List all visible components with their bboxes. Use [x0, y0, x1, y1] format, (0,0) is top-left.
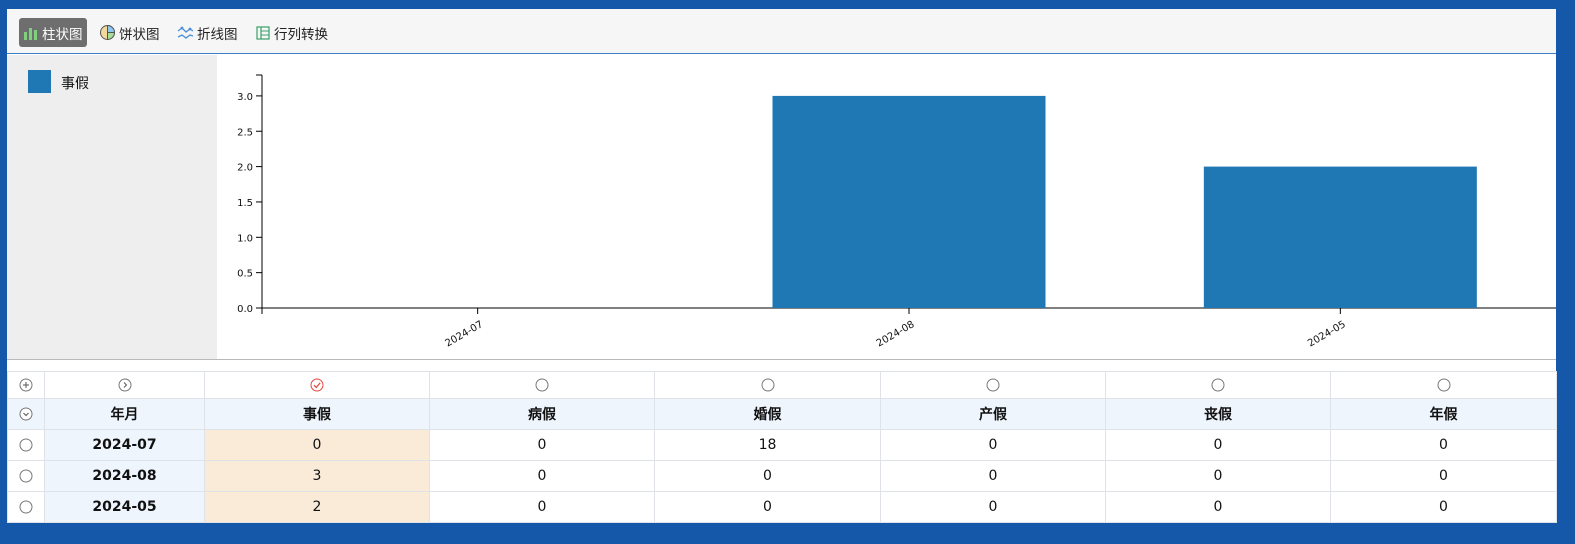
radio-circle-icon — [19, 469, 33, 483]
table-cell: 0 — [654, 491, 881, 523]
bar-chart: 0.0 0.5 1.0 1.5 2.0 2.5 3.0 2024-07 2024-08 2024-… — [237, 74, 1556, 349]
table-cell: 2024-08 — [44, 460, 205, 492]
transpose-label: 行列转换 — [274, 26, 328, 43]
y-tick-label: 0.0 — [237, 304, 253, 315]
radio-circle-icon — [19, 500, 33, 514]
expand-cell[interactable] — [44, 371, 205, 399]
chart-divider — [7, 359, 1556, 360]
table-cell: 0 — [1330, 460, 1557, 492]
radio-circle-icon — [1437, 378, 1450, 392]
report-window: 柱状图 饼状图 折线图 行列转换 事假 0.0 0.5 1.0 1.5 2.0 … — [7, 9, 1557, 523]
column-select-2[interactable] — [429, 371, 655, 399]
column-header[interactable]: 年月 — [44, 398, 205, 430]
row-select[interactable] — [7, 460, 45, 492]
bar-chart-label: 柱状图 — [42, 26, 83, 43]
y-tick-label: 0.5 — [237, 269, 253, 280]
y-tick-label: 2.5 — [237, 127, 253, 138]
table-cell: 0 — [1330, 491, 1557, 523]
table-cell: 0 — [1105, 429, 1331, 461]
column-select-1[interactable] — [204, 371, 430, 399]
line-chart-icon — [177, 26, 194, 39]
column-header[interactable]: 产假 — [880, 398, 1106, 430]
x-tick-label: 2024-07 — [443, 319, 485, 349]
y-tick-label: 3.0 — [237, 92, 253, 103]
legend-label: 事假 — [61, 76, 89, 92]
x-tick-label: 2024-05 — [1306, 319, 1348, 349]
column-header[interactable]: 病假 — [429, 398, 655, 430]
column-select-3[interactable] — [654, 371, 881, 399]
table-cell: 0 — [1105, 491, 1331, 523]
transpose-table-icon — [256, 25, 270, 40]
table-cell: 0 — [1105, 460, 1331, 492]
table-cell: 3 — [204, 460, 430, 492]
table-cell: 18 — [654, 429, 881, 461]
bar-chart-icon — [24, 27, 37, 40]
pie-chart-button[interactable]: 饼状图 — [95, 18, 164, 47]
column-header[interactable]: 婚假 — [654, 398, 881, 430]
table-cell: 0 — [204, 429, 430, 461]
pie-chart-label: 饼状图 — [119, 26, 160, 43]
chart-area: 0.0 0.5 1.0 1.5 2.0 2.5 3.0 2024-07 2024-08 2024-… — [217, 55, 1556, 359]
table-cell: 0 — [429, 491, 655, 523]
column-select-5[interactable] — [1105, 371, 1331, 399]
table-row: 2024-07 0 0 18 0 0 0 — [7, 429, 1557, 461]
bar[interactable] — [772, 95, 1046, 309]
table-cell: 0 — [880, 460, 1106, 492]
legend-swatch[interactable] — [28, 70, 51, 93]
column-select-row — [7, 371, 1557, 399]
add-cell[interactable] — [7, 371, 45, 399]
column-select-6[interactable] — [1330, 371, 1557, 399]
row-select[interactable] — [7, 491, 45, 523]
chart-toolbar: 柱状图 饼状图 折线图 行列转换 — [7, 9, 1556, 54]
chevron-right-circle-icon — [118, 378, 131, 392]
radio-circle-icon — [535, 378, 549, 392]
plus-circle-icon — [19, 378, 33, 392]
x-tick-label: 2024-08 — [875, 319, 917, 349]
legend-pane: 事假 — [7, 55, 217, 359]
table-row: 2024-05 2 0 0 0 0 0 — [7, 491, 1557, 523]
table-cell: 2024-05 — [44, 491, 205, 523]
radio-circle-icon — [761, 378, 774, 392]
y-tick-label: 1.5 — [237, 198, 253, 209]
bar[interactable] — [1203, 166, 1477, 308]
table-cell: 0 — [429, 460, 655, 492]
header-row: 年月 事假 病假 婚假 产假 丧假 年假 — [7, 398, 1557, 430]
table-cell: 0 — [1330, 429, 1557, 461]
line-chart-button[interactable]: 折线图 — [173, 18, 242, 47]
radio-circle-icon — [19, 438, 33, 452]
table-cell: 2024-07 — [44, 429, 205, 461]
radio-circle-icon — [1211, 378, 1225, 392]
table-cell: 0 — [880, 429, 1106, 461]
transpose-button[interactable]: 行列转换 — [252, 18, 332, 47]
collapse-cell[interactable] — [7, 398, 45, 430]
table-cell: 2 — [204, 491, 430, 523]
column-select-4[interactable] — [880, 371, 1106, 399]
pie-chart-icon — [100, 24, 116, 41]
table-row: 2024-08 3 0 0 0 0 0 — [7, 460, 1557, 492]
checked-circle-icon — [310, 378, 324, 392]
y-tick-label: 2.0 — [237, 163, 253, 174]
data-table: 年月 事假 病假 婚假 产假 丧假 年假 2024-07 0 0 18 0 0 0 2024-08 3 0 0 0 0… — [7, 371, 1557, 523]
table-cell: 0 — [429, 429, 655, 461]
row-select[interactable] — [7, 429, 45, 461]
chevron-down-circle-icon — [19, 407, 33, 421]
column-header[interactable]: 丧假 — [1105, 398, 1331, 430]
line-chart-label: 折线图 — [197, 26, 238, 43]
column-header[interactable]: 年假 — [1330, 398, 1557, 430]
table-cell: 0 — [880, 491, 1106, 523]
y-tick-label: 1.0 — [237, 233, 253, 244]
table-cell: 0 — [654, 460, 881, 492]
column-header[interactable]: 事假 — [204, 398, 430, 430]
bar-chart-button[interactable]: 柱状图 — [19, 18, 87, 47]
radio-circle-icon — [986, 378, 1000, 392]
